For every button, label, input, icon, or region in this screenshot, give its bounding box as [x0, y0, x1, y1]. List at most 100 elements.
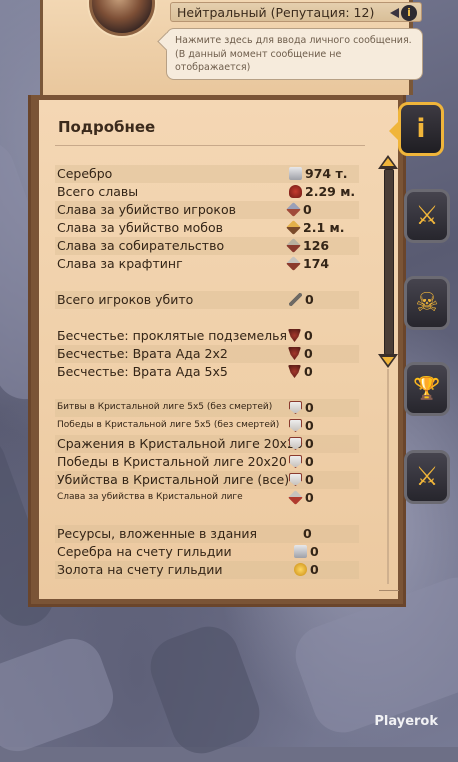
stat-label: Золота на счету гильдии [57, 562, 223, 577]
scrollbar[interactable] [378, 155, 398, 584]
stat-label: Слава за убийство игроков [57, 202, 236, 217]
stat-row: Серебро 974 т. [55, 165, 359, 183]
stat-value: 0 [305, 292, 314, 307]
stat-value: 0 [305, 490, 314, 505]
stat-row: Слава за собирательство 126 [55, 237, 359, 255]
sword-icon [289, 293, 302, 306]
tab-pvp[interactable]: ☠ [404, 276, 450, 330]
details-panel: Подробнее Серебро 974 т. Всего славы 2.29 м… [28, 95, 406, 607]
stat-label: Бесчестье: Врата Ада 5x5 [57, 364, 228, 379]
guild-globe-icon: ⚔ [415, 462, 439, 492]
stat-row: Всего славы 2.29 м. [55, 183, 359, 201]
stat-label: Слава за убийства в Кристальной лиге [57, 492, 243, 502]
character-header: Нейтральный (Репутация: 12) i Нажмите зд… [40, 0, 423, 95]
stat-row: Убийства в Кристальной лиге (все) 0 [55, 471, 359, 489]
stat-label: Слава за собирательство [57, 238, 225, 253]
gathering-fame-icon [286, 238, 301, 253]
tab-combat[interactable]: ⚔ [404, 189, 450, 243]
crystal-shield-icon [289, 419, 302, 432]
stat-value: 0 [304, 346, 313, 361]
gold-icon [294, 563, 307, 576]
reputation-info-icon[interactable]: i [401, 5, 417, 21]
info-icon: i [416, 114, 426, 144]
stat-value: 174 [303, 256, 330, 271]
stat-row: Слава за убийство игроков 0 [55, 201, 359, 219]
stat-label: Бесчестье: Врата Ада 2x2 [57, 346, 228, 361]
title-divider [55, 145, 365, 146]
scrollbar-thumb[interactable] [384, 169, 394, 355]
crossed-swords-icon: ⚔ [415, 201, 439, 231]
stat-value: 0 [310, 544, 319, 559]
stat-label: Убийства в Кристальной лиге (все) [57, 472, 290, 487]
crystal-shield-icon [289, 455, 302, 468]
stat-row: Золота на счету гильдии 0 [55, 561, 359, 579]
stat-value: 0 [305, 472, 314, 487]
crystal-fame-icon [288, 490, 303, 505]
stat-row: Сражения в Кристальной лиге 20x20 0 [55, 435, 359, 453]
reputation-bar: Нейтральный (Репутация: 12) i [170, 2, 422, 22]
stat-value: 126 [303, 238, 330, 253]
silver-icon [289, 167, 302, 180]
character-avatar[interactable] [89, 0, 155, 36]
stat-value: 0 [305, 418, 314, 433]
dishonor-icon [288, 365, 301, 378]
crystal-shield-icon [289, 473, 302, 486]
watermark: Playerok [374, 714, 438, 729]
stat-value: 0 [305, 400, 314, 415]
stat-value: 0 [303, 202, 312, 217]
stat-label: Слава за убийство мобов [57, 220, 223, 235]
stat-row: Бесчестье: Врата Ада 2x2 0 [55, 345, 359, 363]
stat-value: 0 [304, 328, 313, 343]
crafting-fame-icon [286, 256, 301, 271]
tab-achievements[interactable]: 🏆 [404, 362, 450, 416]
stat-value: 2.1 м. [303, 220, 345, 235]
dishonor-icon [288, 347, 301, 360]
stat-row: Слава за убийство мобов 2.1 м. [55, 219, 359, 237]
stat-value: 974 т. [305, 166, 348, 181]
tab-info[interactable]: i [389, 102, 444, 156]
scroll-down-arrow-icon[interactable] [378, 354, 398, 368]
stat-label: Всего игроков убито [57, 292, 194, 307]
trophy-icon: 🏆 [413, 376, 441, 402]
stat-row: Бесчестье: проклятые подземелья 0 [55, 327, 359, 345]
personal-message-field[interactable]: Нажмите здесь для ввода личного сообщени… [157, 28, 423, 80]
stat-row: Победы в Кристальной лиге 5x5 (без смерт… [55, 417, 359, 435]
fame-icon [289, 185, 302, 198]
stat-label: Победы в Кристальной лиге 5x5 (без смерт… [57, 420, 280, 430]
pve-fame-icon [286, 220, 301, 235]
stat-row: Слава за убийства в Кристальной лиге 0 [55, 489, 359, 507]
stat-value: 0 [305, 436, 314, 451]
stat-value: 0 [310, 562, 319, 577]
stat-value: 0 [303, 526, 312, 541]
stat-label: Слава за крафтинг [57, 256, 183, 271]
panel-title: Подробнее [58, 118, 156, 136]
stat-row: Битвы в Кристальной лиге 5x5 (без смерте… [55, 399, 359, 417]
reputation-arrow-icon [390, 8, 399, 18]
stat-value: 2.29 м. [305, 184, 356, 199]
scroll-end-line [379, 590, 399, 591]
stat-label: Сражения в Кристальной лиге 20x20 [57, 436, 303, 451]
stat-row: Серебра на счету гильдии 0 [55, 543, 359, 561]
stat-row: Ресурсы, вложенные в здания 0 [55, 525, 359, 543]
stat-label: Всего славы [57, 184, 139, 199]
stat-value: 0 [305, 454, 314, 469]
stat-label: Победы в Кристальной лиге 20x20 [57, 454, 287, 469]
silver-icon [294, 545, 307, 558]
scrollbar-track[interactable] [387, 369, 389, 584]
stat-value: 0 [304, 364, 313, 379]
stat-label: Серебро [57, 166, 113, 181]
stat-label: Бесчестье: проклятые подземелья [57, 328, 288, 343]
dishonor-icon [288, 329, 301, 342]
stat-label: Серебра на счету гильдии [57, 544, 232, 559]
stat-label: Ресурсы, вложенные в здания [57, 526, 258, 541]
stat-row: Бесчестье: Врата Ада 5x5 0 [55, 363, 359, 381]
pvp-fame-icon [286, 202, 301, 217]
skull-icon: ☠ [415, 288, 439, 318]
stat-label: Битвы в Кристальной лиге 5x5 (без смерте… [57, 402, 273, 412]
personal-message-placeholder: Нажмите здесь для ввода личного сообщени… [175, 35, 412, 73]
crystal-shield-icon [289, 401, 302, 414]
tab-guild[interactable]: ⚔ [404, 450, 450, 504]
stat-row: Слава за крафтинг 174 [55, 255, 359, 273]
scroll-up-arrow-icon[interactable] [378, 155, 398, 169]
stat-row: Всего игроков убито 0 [55, 291, 359, 309]
